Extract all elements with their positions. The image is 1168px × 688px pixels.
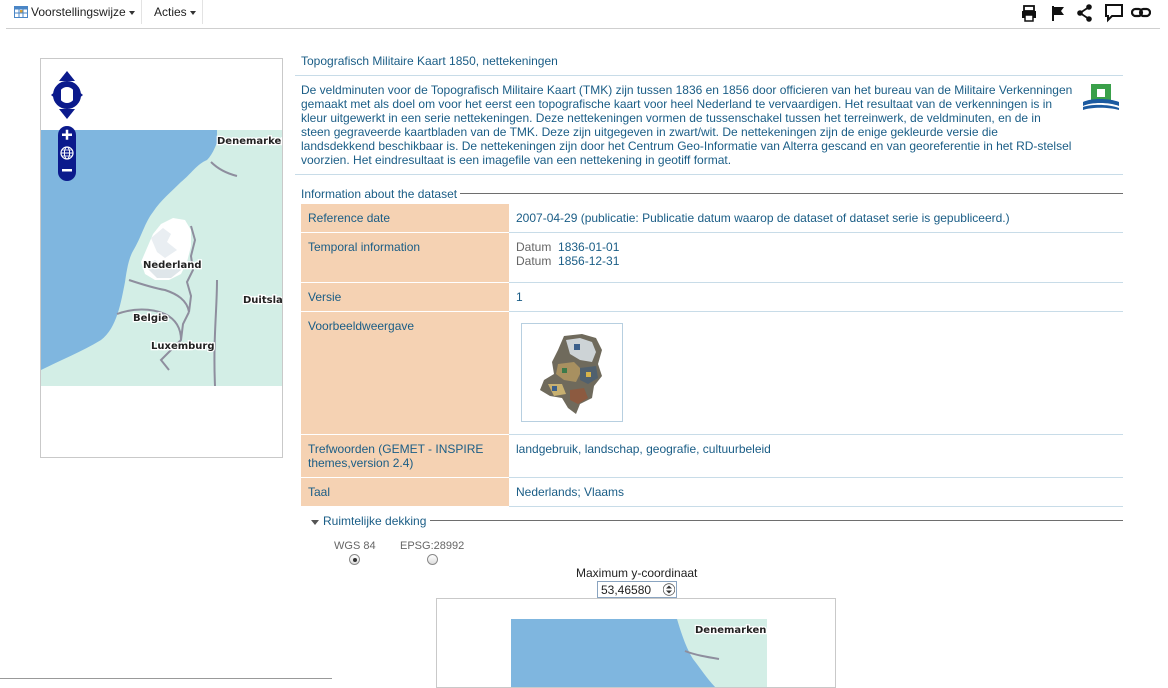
keywords-label: Trefwoorden (GEMET - INSPIRE themes,vers… (301, 434, 509, 478)
divider (0, 678, 332, 679)
date-label: Datum (516, 254, 552, 268)
map-label-germany: Duitsland (243, 295, 282, 306)
max-y-input[interactable]: 53,46580 (597, 581, 677, 598)
extent-map-canvas: Denemarken (511, 619, 768, 687)
version-label: Versie (301, 282, 509, 312)
max-y-value: 53,46580 (601, 583, 652, 597)
map-label-belgium: Belgie (133, 313, 168, 324)
globe-icon[interactable] (60, 146, 74, 160)
organization-logo (1083, 84, 1119, 110)
print-icon[interactable] (1019, 3, 1039, 23)
spatial-legend-toggle[interactable]: Ruimtelijke dekking (311, 514, 429, 528)
keywords-value[interactable]: landgebruik, landschap, geografie, cultu… (509, 434, 1123, 478)
map-canvas: Denemarken Nederland Duitsland Belgie Lu… (41, 130, 282, 386)
table-row: Taal Nederlands; Vlaams (301, 477, 1123, 507)
temporal-label: Temporal information (301, 232, 509, 283)
extent-map-label-denmark: Denemarken (695, 625, 766, 636)
spatial-legend-label: Ruimtelijke dekking (323, 514, 427, 528)
table-row: Voorbeeldweergave (301, 311, 1123, 435)
chevron-down-icon (189, 11, 196, 15)
pan-control[interactable] (49, 69, 85, 121)
crs-option-wgs84[interactable]: WGS 84 (334, 540, 376, 565)
table-row: Reference date 2007-04-29 (publicatie: P… (301, 204, 1123, 233)
comment-icon[interactable] (1104, 3, 1124, 23)
reference-date-value: 2007-04-29 (publicatie: Publicatie datum… (509, 204, 1123, 233)
flag-icon[interactable] (1048, 3, 1068, 23)
version-value: 1 (509, 282, 1123, 312)
preview-image (540, 334, 602, 414)
zoom-out-icon[interactable] (62, 169, 72, 172)
toolbar: Voorstellingswijze Acties (6, 0, 1160, 29)
reference-date-label: Reference date (301, 204, 509, 233)
divider (430, 520, 1123, 521)
language-value: Nederlands; Vlaams (509, 477, 1123, 507)
language-label: Taal (301, 477, 509, 507)
view-menu-label: Voorstellingswijze (31, 5, 126, 19)
preview-label: Voorbeeldweergave (301, 311, 509, 435)
radio-button[interactable] (349, 554, 361, 565)
collapse-triangle-icon (311, 519, 319, 525)
preview-cell (509, 311, 1123, 435)
zoom-control (58, 126, 76, 181)
overview-map-panel: Denemarken Nederland Duitsland Belgie Lu… (40, 58, 283, 458)
preview-thumbnail[interactable] (521, 323, 623, 422)
map-label-denmark: Denemarken (217, 136, 282, 147)
date-label: Datum (516, 240, 552, 254)
dataset-info-table: Reference date 2007-04-29 (publicatie: P… (301, 204, 1123, 507)
divider (460, 193, 1123, 194)
crs-option-label: WGS 84 (334, 540, 376, 552)
map-label-luxembourg: Luxemburg (151, 341, 215, 352)
link-icon[interactable] (1131, 3, 1151, 23)
crs-option-epsg28992[interactable]: EPSG:28992 (400, 540, 464, 565)
radio-button[interactable] (426, 554, 438, 565)
table-row: Versie 1 (301, 282, 1123, 312)
extent-map[interactable]: Denemarken (436, 598, 836, 688)
crs-option-label: EPSG:28992 (400, 540, 465, 552)
actions-menu-button[interactable]: Acties (148, 0, 203, 24)
map-label-netherlands: Nederland (143, 260, 201, 271)
table-row: Trefwoorden (GEMET - INSPIRE themes,vers… (301, 434, 1123, 478)
temporal-end: 1856-12-31 (558, 254, 620, 268)
actions-menu-label: Acties (154, 5, 187, 19)
abstract-text: De veldminuten voor de Topografisch Mili… (301, 83, 1073, 167)
record-title[interactable]: Topografisch Militaire Kaart 1850, nette… (301, 54, 558, 68)
abstract-section: De veldminuten voor de Topografisch Mili… (295, 75, 1123, 175)
share-icon[interactable] (1075, 3, 1095, 23)
dataset-legend[interactable]: Information about the dataset (301, 187, 460, 201)
max-y-label: Maximum y-coordinaat (576, 566, 698, 580)
temporal-value: Datum 1836-01-01 Datum 1856-12-31 (509, 232, 1123, 283)
view-menu-button[interactable]: Voorstellingswijze (8, 0, 142, 24)
overview-map[interactable]: Denemarken Nederland Duitsland Belgie Lu… (41, 130, 282, 386)
spinner-icon[interactable] (663, 583, 675, 596)
zoom-in-icon[interactable] (62, 129, 72, 140)
chevron-down-icon (128, 11, 135, 15)
table-row: Temporal information Datum 1836-01-01 Da… (301, 232, 1123, 283)
temporal-start: 1836-01-01 (558, 240, 620, 254)
table-view-icon (14, 6, 28, 18)
